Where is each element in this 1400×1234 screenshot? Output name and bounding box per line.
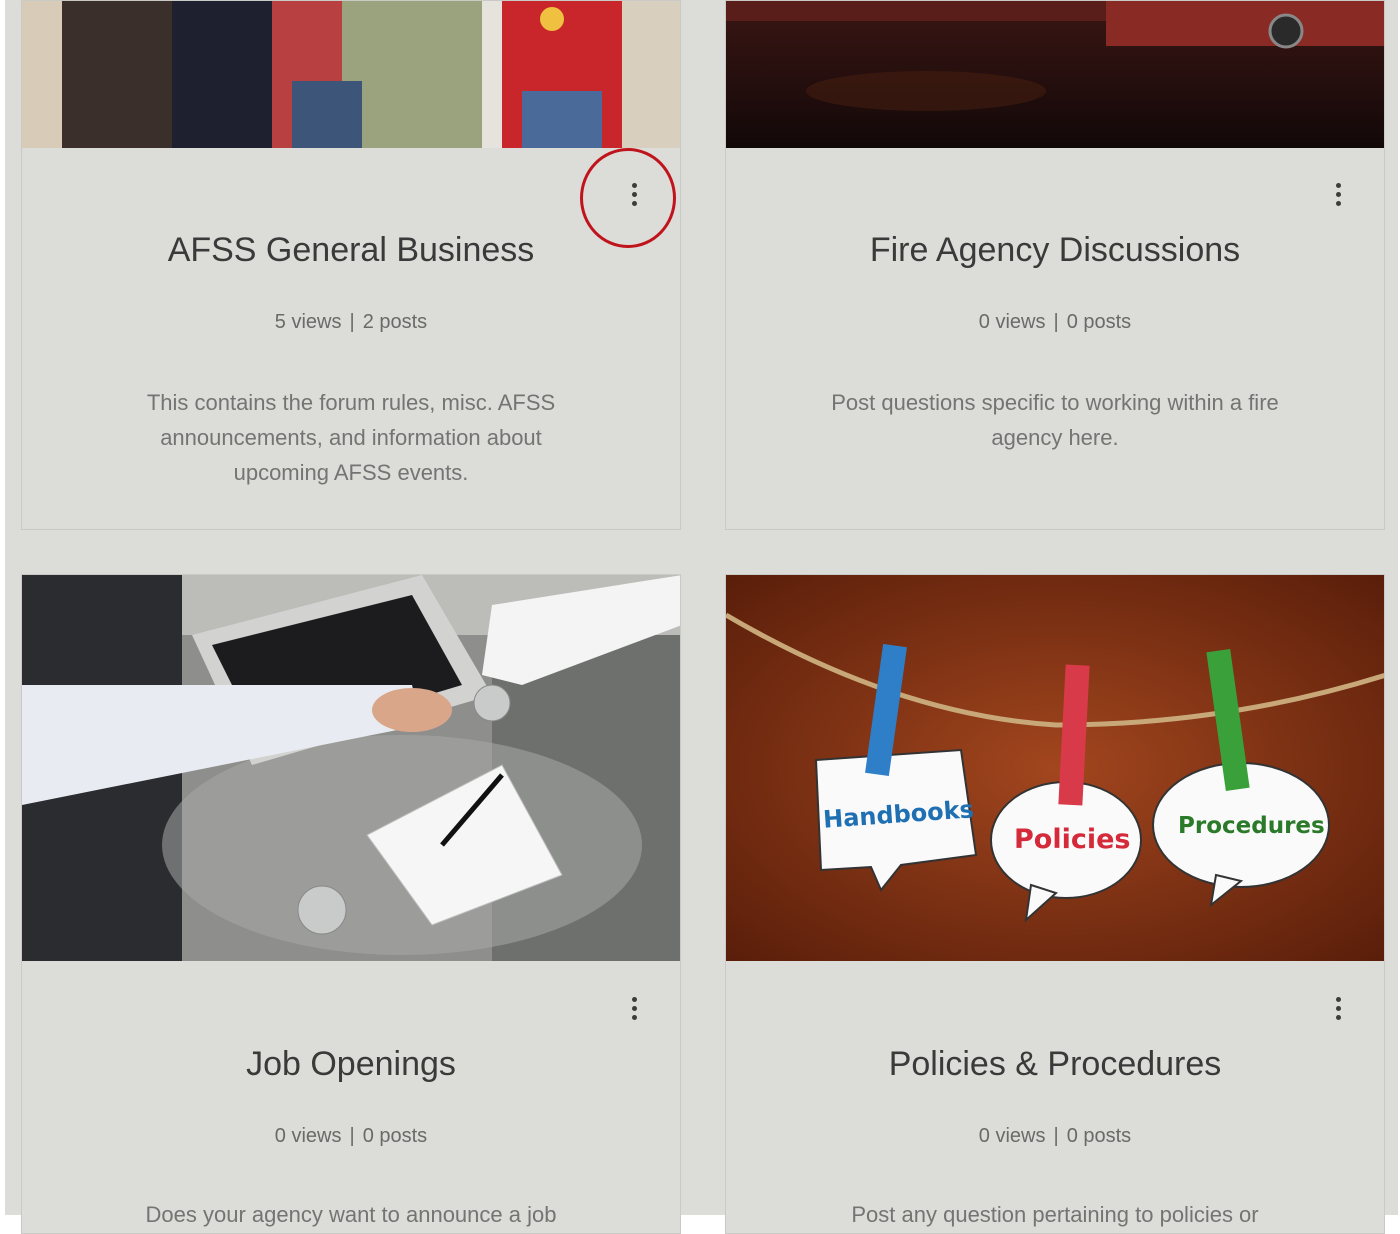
forum-title[interactable]: Fire Agency Discussions [726, 231, 1384, 270]
forum-card-fire-agency-discussions[interactable]: Fire Agency Discussions 0 views | 0 posts … [725, 0, 1385, 530]
forum-stats: 0 views | 0 posts [22, 1125, 680, 1148]
views-count: 0 views [978, 1125, 1046, 1147]
forum-card-policies-procedures[interactable]: Handbooks Policies Procedures Policies &… [725, 574, 1385, 1234]
forum-stats: 0 views | 0 posts [726, 1125, 1384, 1148]
forum-card-job-openings[interactable]: Job Openings 0 views | 0 posts Does your a… [21, 574, 681, 1234]
card-menu-button[interactable] [622, 990, 646, 1026]
forum-description: Post questions specific to working withi… [831, 390, 1279, 450]
forum-description: This contains the forum rules, misc. AFS… [146, 390, 556, 485]
posts-count: 0 posts [1066, 1125, 1132, 1147]
stats-separator: | [1053, 1125, 1059, 1147]
posts-count: 2 posts [362, 311, 428, 333]
stats-separator: | [349, 311, 355, 333]
card-menu-button[interactable] [622, 176, 646, 212]
card-menu-button[interactable] [1326, 990, 1350, 1026]
forum-card-afss-general-business[interactable]: AFSS General Business 5 views | 2 posts Th… [21, 0, 681, 530]
card-menu-button[interactable] [1326, 176, 1350, 212]
more-vertical-icon [631, 182, 637, 188]
forum-title[interactable]: Job Openings [22, 1045, 680, 1084]
posts-count: 0 posts [1066, 311, 1132, 333]
policies-label: Policies [1014, 824, 1131, 855]
forum-image-fire-trucks[interactable] [726, 1, 1384, 148]
views-count: 5 views [274, 311, 342, 333]
more-vertical-icon [1335, 182, 1341, 188]
more-vertical-icon [1335, 996, 1341, 1002]
more-vertical-icon [631, 996, 637, 1002]
procedures-label: Procedures [1178, 813, 1325, 839]
forum-title[interactable]: AFSS General Business [22, 231, 680, 270]
views-count: 0 views [978, 311, 1046, 333]
views-count: 0 views [274, 1125, 342, 1147]
stats-separator: | [349, 1125, 355, 1147]
forum-image-group-photo[interactable] [22, 1, 680, 148]
stats-separator: | [1053, 311, 1059, 333]
forum-stats: 0 views | 0 posts [726, 311, 1384, 334]
forum-image-policies[interactable]: Handbooks Policies Procedures [726, 575, 1384, 961]
forum-title[interactable]: Policies & Procedures [726, 1045, 1384, 1084]
posts-count: 0 posts [362, 1125, 428, 1147]
forum-stats: 5 views | 2 posts [22, 311, 680, 334]
forum-image-handshake[interactable] [22, 575, 680, 961]
